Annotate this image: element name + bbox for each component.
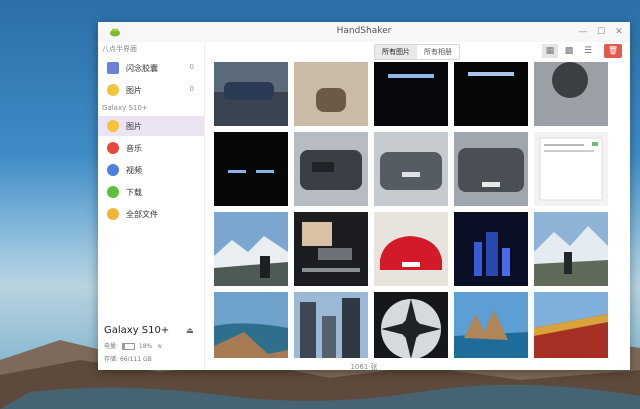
device-name: Galaxy S10+ — [104, 325, 170, 336]
photo-thumbnail[interactable] — [374, 292, 448, 358]
sidebar-item-label: 下载 — [126, 188, 142, 197]
eject-icon[interactable]: ⏏ — [186, 326, 194, 335]
battery-label: 电量: — [104, 343, 119, 350]
sidebar-item-downloads[interactable]: 下载 — [98, 182, 204, 202]
battery-status: 电量: 18% ≋ — [104, 341, 162, 350]
photo-thumbnail[interactable] — [214, 62, 288, 126]
photo-thumbnail[interactable] — [454, 132, 528, 206]
sidebar-item-count: 0 — [189, 85, 194, 93]
title-bar[interactable]: HandShaker — ☐ ✕ — [98, 22, 630, 42]
photo-icon — [107, 84, 119, 96]
video-icon — [107, 164, 119, 176]
battery-percent: 18% — [138, 343, 153, 350]
window-title: HandShaker — [336, 26, 392, 36]
photo-thumbnail[interactable] — [214, 292, 288, 358]
battery-icon — [121, 343, 135, 350]
sidebar-item-all-files[interactable]: 全部文件 — [98, 204, 204, 224]
photo-thumbnail[interactable] — [454, 292, 528, 358]
battery-fill — [122, 344, 125, 349]
minimize-icon[interactable]: — — [576, 25, 590, 39]
photo-count: 1061 张 — [350, 363, 378, 370]
sidebar-item-count: 0 — [189, 63, 194, 71]
sidebar-item-video[interactable]: 视频 — [98, 160, 204, 180]
photo-thumbnail[interactable] — [294, 132, 368, 206]
photo-thumbnail[interactable] — [294, 62, 368, 126]
folder-icon — [107, 208, 119, 220]
photo-thumbnail[interactable] — [454, 212, 528, 286]
handshaker-window: HandShaker — ☐ ✕ 八点半界面 闪念胶囊 0 图片 0 Galax… — [98, 22, 630, 370]
sidebar-item-label: 图片 — [126, 86, 142, 95]
wifi-icon: ≋ — [157, 343, 163, 350]
sidebar-item-music[interactable]: 音乐 — [98, 138, 204, 158]
photo-thumbnail[interactable] — [214, 212, 288, 286]
list-view-icon[interactable]: ☰ — [580, 44, 596, 58]
trash-icon: 🗑 — [607, 46, 619, 55]
photo-thumbnail[interactable] — [454, 62, 528, 126]
photo-thumbnail[interactable] — [374, 132, 448, 206]
tab-all-albums[interactable]: 所有相册 — [417, 45, 459, 59]
sidebar-item-photos[interactable]: 图片 — [98, 116, 204, 136]
small-grid-icon[interactable]: ▩ — [561, 44, 577, 58]
device-section-label: Galaxy S10+ — [102, 104, 148, 112]
photo-tabs: 所有图片 所有相册 — [374, 44, 460, 60]
photo-icon — [107, 120, 119, 132]
photo-grid — [208, 62, 624, 358]
large-grid-icon[interactable]: ▦ — [542, 44, 558, 58]
sidebar-item-label: 闪念胶囊 — [126, 64, 158, 73]
photo-thumbnail[interactable] — [294, 212, 368, 286]
sidebar-item-label: 全部文件 — [126, 210, 158, 219]
download-icon — [107, 186, 119, 198]
sidebar-item-label: 音乐 — [126, 144, 142, 153]
close-icon[interactable]: ✕ — [612, 25, 626, 39]
sidebar-top-label: 八点半界面 — [102, 45, 137, 53]
sidebar-item-label: 图片 — [126, 122, 142, 131]
photo-thumbnail[interactable] — [294, 292, 368, 358]
photo-thumbnail[interactable] — [534, 62, 608, 126]
sidebar-item-label: 视频 — [126, 166, 142, 175]
sidebar-item-capsule[interactable]: 闪念胶囊 0 — [98, 58, 204, 78]
maximize-icon[interactable]: ☐ — [594, 25, 608, 39]
photo-thumbnail[interactable] — [374, 62, 448, 126]
tab-all-photos[interactable]: 所有图片 — [375, 45, 417, 59]
music-icon — [107, 142, 119, 154]
photo-thumbnail[interactable] — [374, 212, 448, 286]
sidebar-item-local-photos[interactable]: 图片 0 — [98, 80, 204, 100]
photo-thumbnail[interactable] — [534, 132, 608, 206]
photo-thumbnail[interactable] — [534, 292, 608, 358]
photo-thumbnail[interactable] — [534, 212, 608, 286]
delete-button[interactable]: 🗑 — [604, 44, 622, 58]
sidebar: 八点半界面 闪念胶囊 0 图片 0 Galaxy S10+ 图片 音乐 视频 下… — [98, 42, 205, 370]
capsule-icon — [107, 62, 119, 74]
photo-thumbnail[interactable] — [214, 132, 288, 206]
